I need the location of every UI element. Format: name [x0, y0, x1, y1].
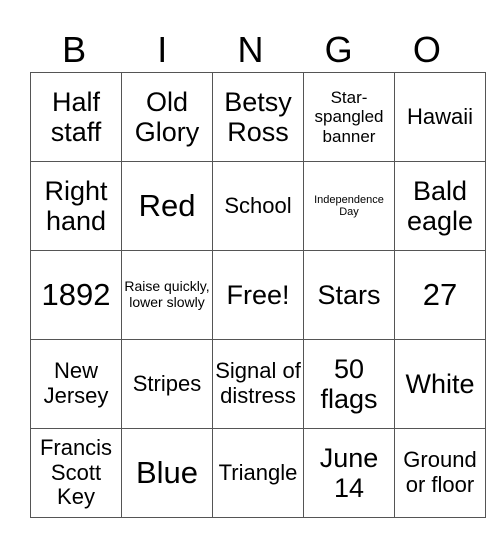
bingo-cell[interactable]: Signal of distress [212, 339, 304, 429]
bingo-cell[interactable]: Betsy Ross [212, 72, 304, 162]
bingo-cell[interactable]: Independence Day [303, 161, 395, 251]
grid-row: New Jersey Stripes Signal of distress 50… [30, 339, 486, 429]
header-letter-n: N [237, 29, 264, 70]
bingo-cell[interactable]: Ground or floor [394, 428, 486, 518]
grid-row: 1892 Raise quickly, lower slowly Free! S… [30, 250, 486, 340]
bingo-cell[interactable]: Star-spangled banner [303, 72, 395, 162]
header-letter-g: G [324, 29, 353, 70]
bingo-header: B I N G O [30, 26, 471, 74]
bingo-cell[interactable]: Half staff [30, 72, 122, 162]
grid-row: Half staff Old Glory Betsy Ross Star-spa… [30, 72, 486, 162]
bingo-cell[interactable]: Raise quickly, lower slowly [121, 250, 213, 340]
bingo-cell[interactable]: 50 flags [303, 339, 395, 429]
bingo-cell[interactable]: Triangle [212, 428, 304, 518]
bingo-cell[interactable]: 1892 [30, 250, 122, 340]
header-letter-i: I [157, 29, 168, 70]
grid-row: Francis Scott Key Blue Triangle June 14 … [30, 428, 486, 518]
bingo-cell[interactable]: Blue [121, 428, 213, 518]
bingo-cell[interactable]: Red [121, 161, 213, 251]
bingo-cell[interactable]: Stripes [121, 339, 213, 429]
bingo-cell[interactable]: School [212, 161, 304, 251]
free-space-cell[interactable]: Free! [212, 250, 304, 340]
bingo-cell[interactable]: Bald eagle [394, 161, 486, 251]
bingo-cell[interactable]: White [394, 339, 486, 429]
bingo-cell[interactable]: Right hand [30, 161, 122, 251]
header-letter-o: O [412, 29, 441, 70]
bingo-cell[interactable]: Old Glory [121, 72, 213, 162]
grid-row: Right hand Red School Independence Day B… [30, 161, 486, 251]
bingo-cell[interactable]: June 14 [303, 428, 395, 518]
bingo-grid: Half staff Old Glory Betsy Ross Star-spa… [30, 72, 486, 518]
bingo-cell[interactable]: Hawaii [394, 72, 486, 162]
bingo-cell[interactable]: Francis Scott Key [30, 428, 122, 518]
bingo-cell[interactable]: 27 [394, 250, 486, 340]
header-letter-b: B [62, 29, 87, 70]
bingo-cell[interactable]: Stars [303, 250, 395, 340]
bingo-cell[interactable]: New Jersey [30, 339, 122, 429]
